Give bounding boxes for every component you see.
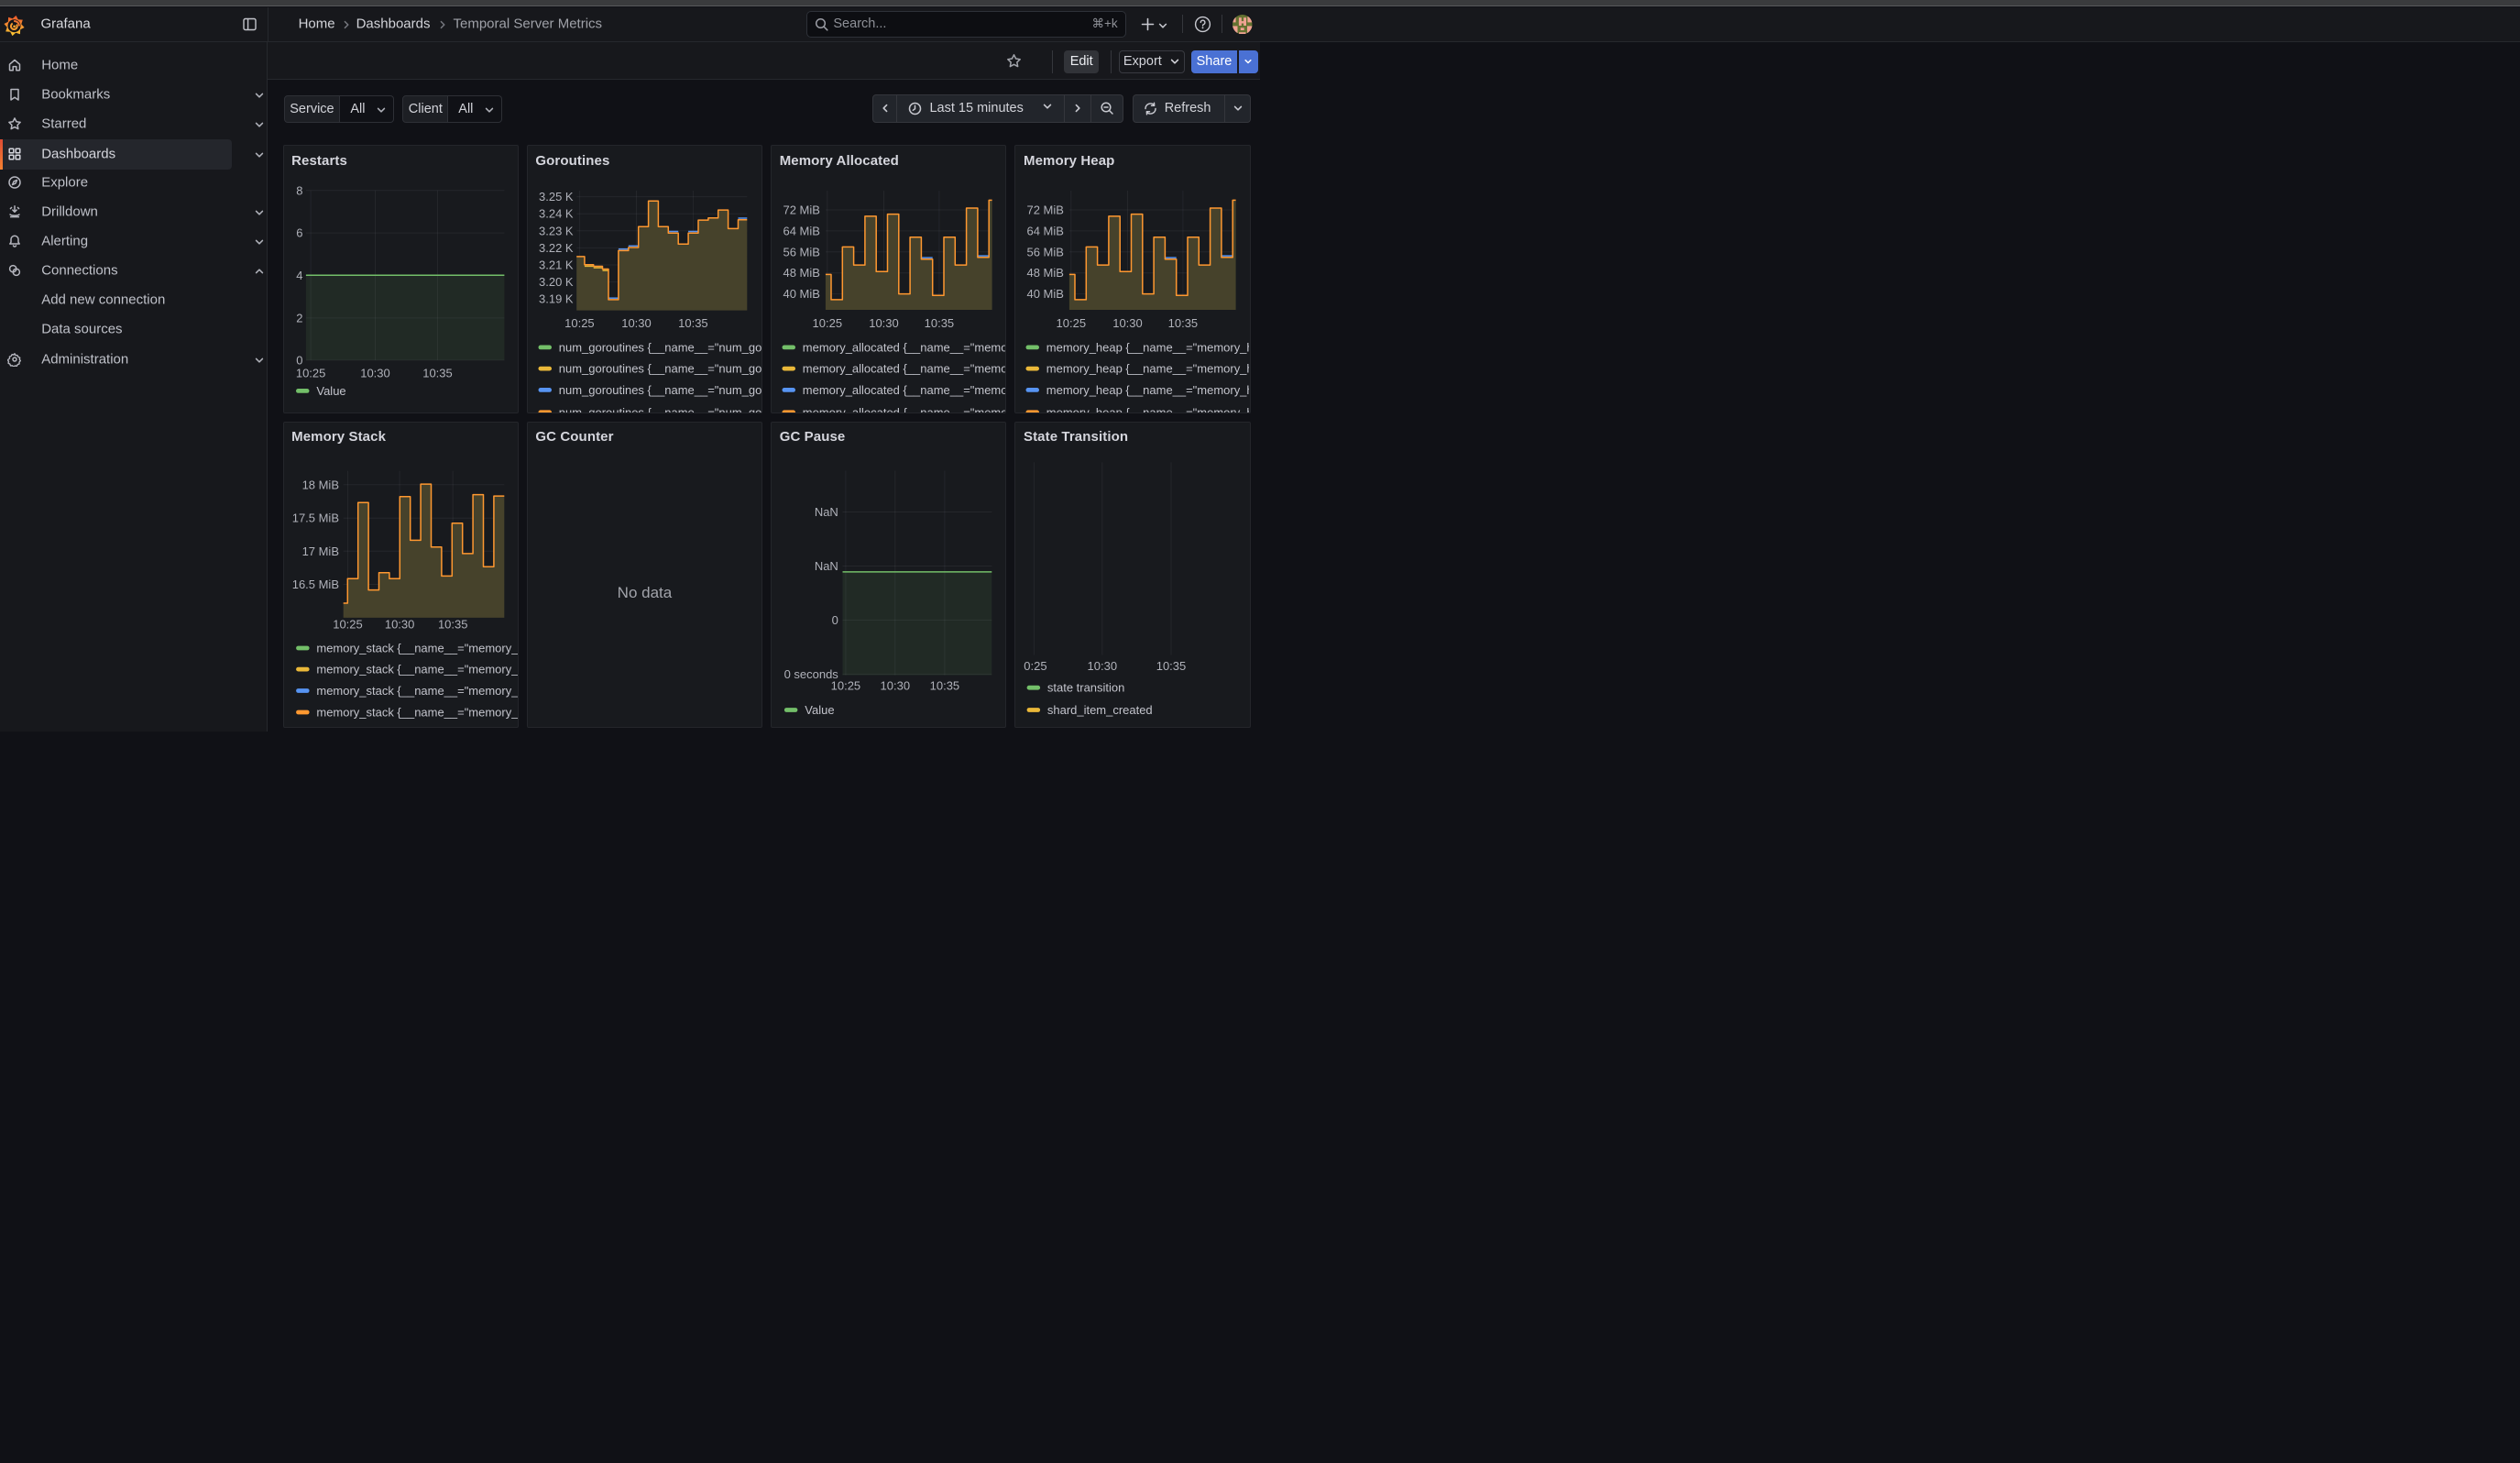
svg-text:10:30: 10:30	[1088, 658, 1118, 672]
svg-text:memory_heap {__name__="memory_: memory_heap {__name__="memory_heap", ins…	[1046, 340, 1250, 354]
svg-text:memory_heap {__name__="memory_: memory_heap {__name__="memory_heap", ins…	[1046, 383, 1250, 397]
svg-text:10:30: 10:30	[360, 366, 390, 380]
svg-text:memory_stack {__name__="memory: memory_stack {__name__="memory_stack", i…	[316, 662, 519, 676]
svg-text:10:25: 10:25	[813, 316, 843, 330]
svg-text:memory_heap {__name__="memory_: memory_heap {__name__="memory_heap", ins…	[1046, 405, 1250, 412]
svg-text:64 MiB: 64 MiB	[1027, 224, 1064, 237]
svg-text:10:30: 10:30	[621, 316, 652, 330]
svg-text:memory_allocated {__name__="me: memory_allocated {__name__="memory_alloc…	[803, 340, 1006, 354]
svg-text:10:25: 10:25	[564, 316, 595, 330]
svg-text:10:35: 10:35	[422, 366, 453, 380]
svg-text:Value: Value	[316, 384, 345, 398]
svg-text:8: 8	[296, 183, 302, 197]
svg-text:memory_allocated {__name__="me: memory_allocated {__name__="memory_alloc…	[803, 362, 1006, 376]
svg-text:40 MiB: 40 MiB	[1027, 287, 1064, 301]
svg-text:3.22 K: 3.22 K	[539, 241, 574, 255]
svg-text:10:35: 10:35	[1156, 658, 1187, 672]
svg-text:3.19 K: 3.19 K	[539, 292, 574, 306]
svg-text:10:35: 10:35	[925, 316, 955, 330]
svg-text:0: 0	[832, 612, 838, 626]
svg-text:memory_stack {__name__="memory: memory_stack {__name__="memory_stack", i…	[316, 705, 519, 719]
svg-text:72 MiB: 72 MiB	[783, 203, 820, 216]
svg-text:shard_item_created: shard_item_created	[1047, 702, 1153, 716]
svg-text:3.20 K: 3.20 K	[539, 275, 574, 289]
svg-text:0: 0	[296, 353, 302, 367]
svg-text:17 MiB: 17 MiB	[301, 544, 338, 557]
svg-text:16.5 MiB: 16.5 MiB	[291, 577, 338, 590]
svg-text:num_goroutines {__name__="num_: num_goroutines {__name__="num_goroutines…	[559, 362, 762, 376]
svg-text:17.5 MiB: 17.5 MiB	[291, 511, 338, 524]
svg-text:3.23 K: 3.23 K	[539, 224, 574, 237]
svg-text:56 MiB: 56 MiB	[783, 245, 820, 258]
svg-text:Value: Value	[805, 702, 834, 716]
svg-text:NaN: NaN	[815, 505, 838, 519]
svg-text:10:30: 10:30	[384, 617, 413, 631]
svg-text:10:35: 10:35	[437, 617, 467, 631]
svg-text:10:35: 10:35	[678, 316, 708, 330]
svg-text:72 MiB: 72 MiB	[1027, 203, 1064, 216]
svg-text:10:30: 10:30	[881, 678, 910, 692]
svg-text:0:25: 0:25	[1024, 658, 1047, 672]
svg-text:memory_stack {__name__="memory: memory_stack {__name__="memory_stack", i…	[316, 641, 519, 654]
svg-text:memory_stack {__name__="memory: memory_stack {__name__="memory_stack", i…	[316, 683, 519, 697]
svg-text:10:30: 10:30	[869, 316, 899, 330]
svg-text:state transition: state transition	[1047, 680, 1124, 694]
svg-text:10:30: 10:30	[1113, 316, 1144, 330]
svg-text:4: 4	[296, 269, 302, 282]
svg-text:56 MiB: 56 MiB	[1027, 245, 1064, 258]
svg-text:memory_heap {__name__="memory_: memory_heap {__name__="memory_heap", ins…	[1046, 362, 1250, 376]
svg-text:48 MiB: 48 MiB	[1027, 266, 1064, 280]
svg-text:3.25 K: 3.25 K	[539, 190, 574, 204]
svg-text:10:25: 10:25	[1057, 316, 1087, 330]
svg-text:18 MiB: 18 MiB	[301, 478, 338, 491]
svg-text:64 MiB: 64 MiB	[783, 224, 820, 237]
svg-text:3.21 K: 3.21 K	[539, 258, 574, 271]
svg-text:40 MiB: 40 MiB	[783, 287, 820, 301]
svg-text:2: 2	[296, 311, 302, 324]
svg-text:10:25: 10:25	[333, 617, 363, 631]
svg-text:48 MiB: 48 MiB	[783, 266, 820, 280]
svg-text:num_goroutines {__name__="num_: num_goroutines {__name__="num_goroutines…	[559, 405, 762, 412]
svg-text:10:35: 10:35	[930, 678, 960, 692]
svg-text:memory_allocated {__name__="me: memory_allocated {__name__="memory_alloc…	[803, 405, 1006, 412]
svg-text:10:35: 10:35	[1168, 316, 1199, 330]
svg-text:num_goroutines {__name__="num_: num_goroutines {__name__="num_goroutines…	[559, 383, 762, 397]
svg-text:NaN: NaN	[815, 559, 838, 573]
svg-text:num_goroutines {__name__="num_: num_goroutines {__name__="num_goroutines…	[559, 340, 762, 354]
svg-text:6: 6	[296, 226, 302, 240]
svg-text:memory_allocated {__name__="me: memory_allocated {__name__="memory_alloc…	[803, 383, 1006, 397]
svg-text:3.24 K: 3.24 K	[539, 207, 574, 221]
svg-text:10:25: 10:25	[295, 366, 325, 380]
svg-text:10:25: 10:25	[831, 678, 861, 692]
